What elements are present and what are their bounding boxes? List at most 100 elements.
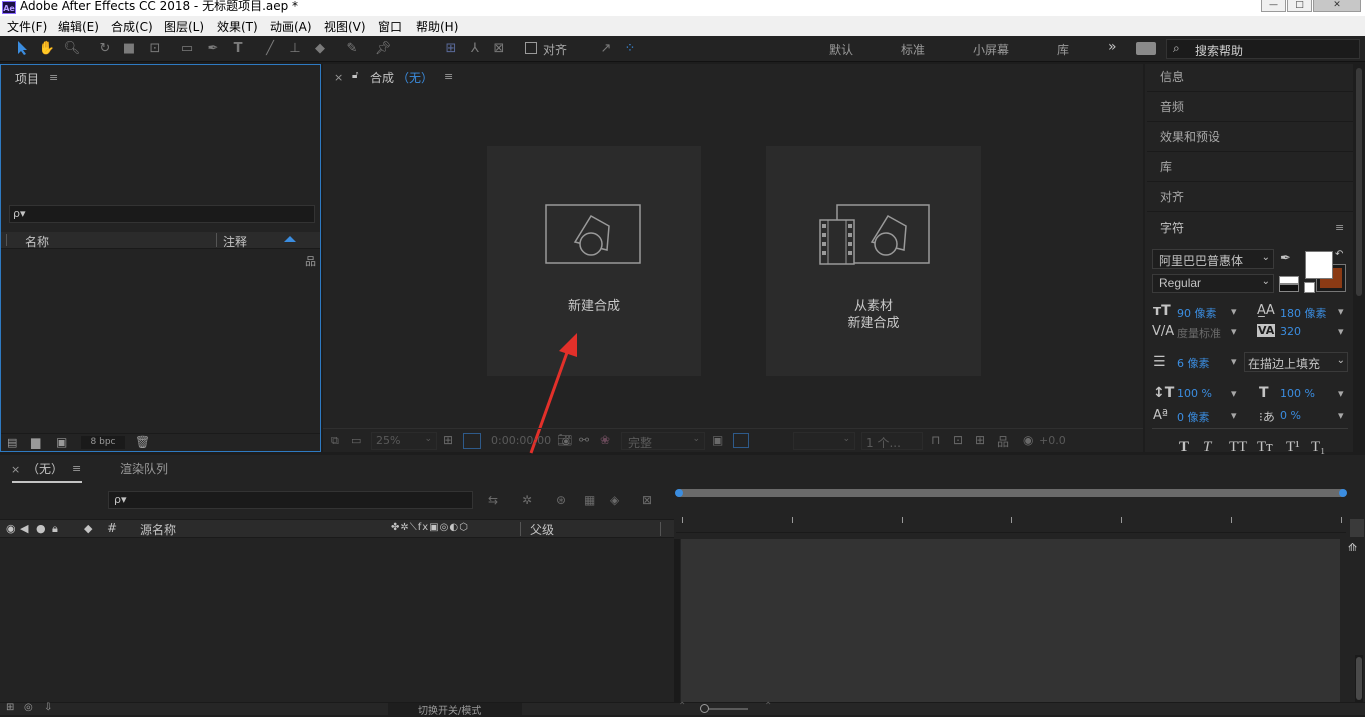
close-timeline-tab-icon[interactable]: × (11, 463, 20, 476)
snap-checkbox[interactable] (525, 42, 537, 54)
in-out-pane-icon[interactable]: ⇩ (44, 702, 52, 713)
composition-mini-flowchart-icon[interactable]: ⇆ (488, 493, 498, 507)
workspace-small-screen[interactable]: 小屏幕 (973, 41, 1009, 58)
timeline-scroll-up[interactable] (1350, 519, 1364, 537)
zoom-tool-icon[interactable]: 🔍︎ (63, 40, 81, 58)
flowchart-view-icon[interactable]: 品 (997, 433, 1009, 450)
audio-panel-tab[interactable]: 音频 (1147, 92, 1353, 122)
name-column-header[interactable]: 名称 (25, 233, 49, 250)
chevron-down-icon[interactable]: ▾ (1231, 387, 1237, 400)
default-fill-stroke-icon[interactable] (1279, 276, 1299, 284)
magnification-dropdown[interactable]: 25% ⌄ (371, 432, 437, 450)
chevron-down-icon[interactable]: ▾ (1231, 305, 1237, 318)
close-composition-tab-icon[interactable]: × (334, 71, 343, 84)
font-size-value[interactable]: 90 像素 (1177, 305, 1217, 321)
character-panel-title[interactable]: 字符 (1160, 219, 1184, 236)
comp-marker-bin-icon[interactable]: ⟰ (1348, 541, 1357, 554)
menu-help[interactable]: 帮助(H) (416, 18, 458, 35)
kerning-value[interactable]: 度量标准 (1177, 325, 1221, 341)
bit-depth-button[interactable]: 8 bpc (81, 436, 125, 449)
minimize-button[interactable]: — (1261, 0, 1286, 12)
frame-blending-icon[interactable]: ▦ (584, 493, 595, 507)
type-tool-icon[interactable]: T (229, 40, 247, 58)
baseline-shift-value[interactable]: 0 像素 (1177, 409, 1210, 425)
active-composition-name[interactable]: （无） (397, 69, 433, 86)
chevron-down-icon[interactable]: ▾ (1231, 325, 1237, 338)
workspace-libraries[interactable]: 库 (1057, 41, 1069, 58)
menu-window[interactable]: 窗口 (378, 18, 402, 35)
solo-toggle-icon[interactable]: ● (36, 522, 46, 535)
parent-column-header[interactable]: 父级 (530, 521, 554, 538)
new-composition-icon[interactable]: ▣ (56, 435, 67, 449)
eraser-tool-icon[interactable]: ◆ (311, 40, 329, 58)
interpret-footage-icon[interactable]: ▤ (7, 436, 17, 449)
resolution-icon[interactable]: ⊞ (443, 433, 453, 447)
transparency-grid-icon[interactable] (463, 433, 481, 449)
zoom-slider-handle[interactable] (700, 704, 709, 713)
motion-blur-icon[interactable]: ◈ (610, 493, 619, 507)
timeline-tab-name[interactable]: （无） (27, 460, 63, 477)
render-queue-tab[interactable]: 渲染队列 (120, 460, 168, 477)
video-toggle-icon[interactable]: ◉ (6, 522, 16, 535)
lock-icon[interactable]: 🔓︎ (352, 70, 358, 81)
work-area-bar[interactable] (675, 489, 1347, 497)
font-family-dropdown[interactable]: 阿里巴巴普惠体 ⌄ (1152, 249, 1274, 269)
effects-presets-panel-tab[interactable]: 效果和预设 (1147, 122, 1353, 152)
delete-icon[interactable]: 🗑︎ (135, 435, 150, 449)
fast-preview-icon[interactable]: ⊡ (953, 433, 963, 447)
view-axis-icon[interactable]: ⊠ (490, 40, 508, 58)
show-snapshot-icon[interactable]: ⚯ (579, 433, 589, 447)
exposure-reset-icon[interactable]: ◉ (1023, 433, 1033, 447)
leading-value[interactable]: 180 像素 (1280, 305, 1327, 321)
tracking-value[interactable]: 320 (1280, 325, 1301, 338)
new-composition-card[interactable]: 新建合成 (487, 146, 701, 376)
font-style-dropdown[interactable]: Regular ⌄ (1152, 274, 1274, 293)
project-search-input[interactable]: ρ▾ (9, 205, 315, 223)
tsume-value[interactable]: 0 % (1280, 409, 1301, 422)
menu-animation[interactable]: 动画(A) (270, 18, 312, 35)
chevron-down-icon[interactable]: ▾ (1231, 355, 1237, 368)
comment-column-header[interactable]: 注释 (223, 233, 247, 250)
menu-file[interactable]: 文件(F) (7, 18, 47, 35)
current-time-display[interactable]: 0:00:00:00 (491, 434, 551, 447)
menu-view[interactable]: 视图(V) (324, 18, 366, 35)
layer-switches-pane-icon[interactable]: ⊞ (6, 702, 14, 713)
help-search-input[interactable]: ⌕ 搜索帮助 (1166, 39, 1360, 59)
small-caps-button[interactable]: Tт (1257, 439, 1273, 456)
local-axis-icon[interactable]: ⊞ (442, 40, 460, 58)
faux-italic-button[interactable]: T (1203, 439, 1211, 456)
lock-toggle-icon[interactable]: 🔒︎ (52, 522, 58, 536)
project-menu-icon[interactable]: ≡ (49, 71, 58, 84)
chevron-down-icon[interactable]: ▾ (1338, 409, 1344, 422)
menu-edit[interactable]: 编辑(E) (58, 18, 99, 35)
workspace-default[interactable]: 默认 (829, 41, 853, 58)
libraries-panel-tab[interactable]: 库 (1147, 152, 1353, 182)
right-panel-scroll-thumb[interactable] (1356, 68, 1362, 296)
hand-tool-icon[interactable]: ✋ (38, 40, 56, 58)
menu-composition[interactable]: 合成(C) (111, 18, 153, 35)
close-window-button[interactable]: ✕ (1313, 0, 1361, 12)
snap-feature-icon[interactable]: ⁘ (621, 40, 639, 58)
all-caps-button[interactable]: TT (1229, 439, 1247, 456)
maximize-button[interactable]: □ (1287, 0, 1312, 12)
character-menu-icon[interactable]: ≡ (1335, 221, 1344, 234)
composition-panel-title[interactable]: 合成 (370, 69, 394, 86)
selection-tool-icon[interactable] (14, 40, 32, 58)
clone-stamp-tool-icon[interactable]: ⊥ (286, 40, 304, 58)
sort-ascending-icon[interactable] (284, 236, 296, 242)
monitor-icon[interactable]: ▭ (351, 434, 361, 447)
chevron-down-icon[interactable]: ▾ (1338, 325, 1344, 338)
roto-brush-tool-icon[interactable]: ✎ (343, 40, 361, 58)
menu-effect[interactable]: 效果(T) (217, 18, 258, 35)
timeline-vertical-scrollbar[interactable] (1355, 655, 1363, 702)
toggle-switches-modes-button[interactable]: 切换开关/模式 (388, 703, 522, 717)
timeline-menu-icon[interactable]: ≡ (72, 462, 81, 475)
shy-layers-icon[interactable]: ⊛ (556, 493, 566, 507)
audio-toggle-icon[interactable]: ◀ (20, 522, 28, 535)
zoom-slider[interactable] (700, 704, 748, 713)
zoom-in-icon[interactable]: ⌃ (764, 701, 772, 712)
rotate-tool-icon[interactable]: ↻ (96, 40, 114, 58)
menu-layer[interactable]: 图层(L) (164, 18, 204, 35)
camera-tool-icon[interactable]: ■ (120, 40, 138, 58)
project-panel-title[interactable]: 项目 (15, 70, 39, 87)
